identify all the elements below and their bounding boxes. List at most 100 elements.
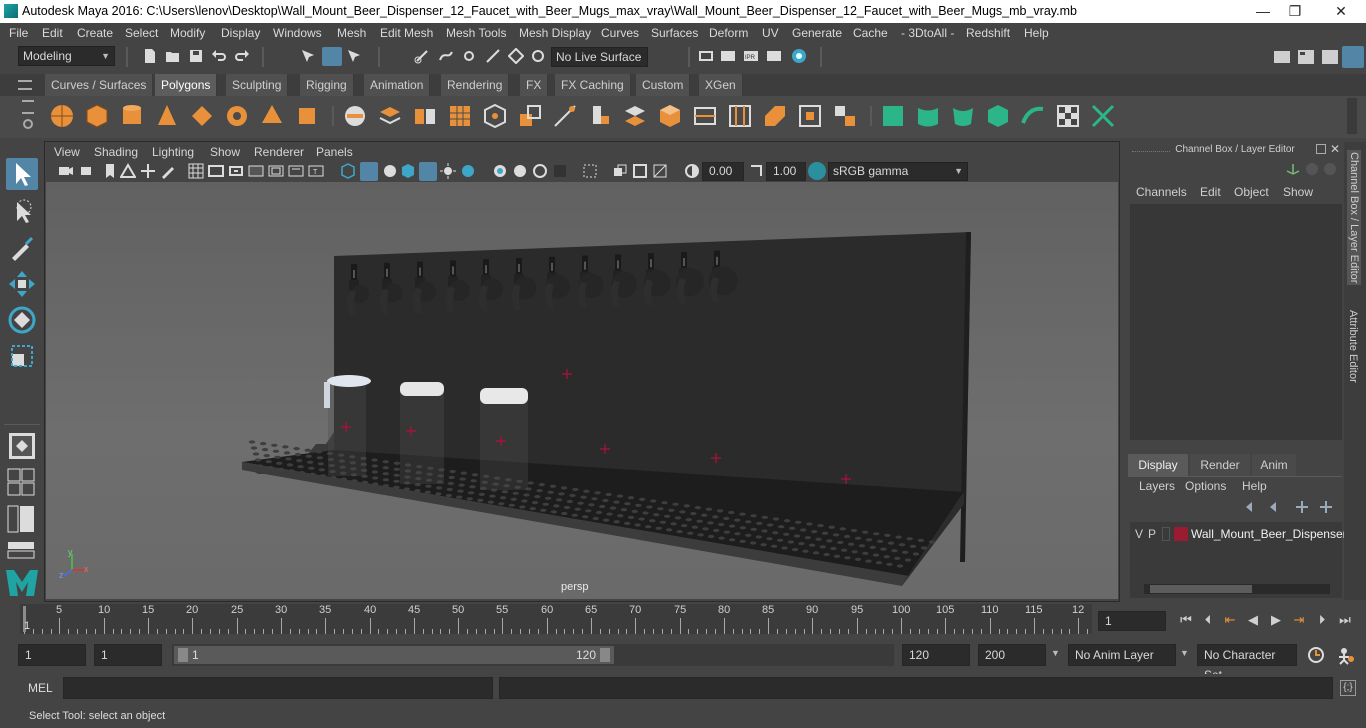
xray-icon[interactable] <box>400 163 416 179</box>
menu-deform[interactable]: Deform <box>709 26 748 40</box>
range-start-handle[interactable] <box>178 648 188 662</box>
mirror-icon[interactable] <box>482 103 508 129</box>
shelf-options-icon[interactable] <box>22 100 34 114</box>
screen-space-ao-icon[interactable] <box>492 163 508 179</box>
layer-playback-toggle[interactable]: P <box>1148 527 1156 541</box>
panel-menu-renderer[interactable]: Renderer <box>254 145 304 159</box>
render-frame-icon[interactable] <box>720 48 736 64</box>
tab-polygons[interactable]: Polygons <box>155 74 218 96</box>
layers-menu[interactable]: Layers <box>1139 479 1175 493</box>
snap-to-surface-icon[interactable] <box>508 48 524 64</box>
hyper-icon[interactable] <box>1324 163 1336 175</box>
isolate-select-icon[interactable] <box>582 163 598 179</box>
insert-edge-loop-icon[interactable] <box>692 103 718 129</box>
channel-object-menu[interactable]: Object <box>1234 185 1269 199</box>
poly-cone-icon[interactable] <box>154 103 180 129</box>
play-backward-icon[interactable]: ◀ <box>1243 612 1263 628</box>
combine-icon[interactable] <box>342 103 368 129</box>
use-default-material-icon[interactable] <box>419 162 437 181</box>
menu-cache[interactable]: Cache <box>853 26 888 40</box>
image-plane-icon[interactable] <box>120 163 136 179</box>
menu-uv[interactable]: UV <box>762 26 779 40</box>
tab-rigging[interactable]: Rigging <box>300 74 354 96</box>
panel-menu-lighting[interactable]: Lighting <box>152 145 194 159</box>
tab-curves-surfaces[interactable]: Curves / Surfaces <box>45 74 154 96</box>
save-scene-icon[interactable] <box>188 48 204 64</box>
wireframe-icon[interactable] <box>340 163 356 179</box>
render-settings-icon[interactable] <box>766 48 782 64</box>
poly-sphere-icon[interactable] <box>49 103 75 129</box>
select-by-component-icon[interactable] <box>346 48 362 64</box>
single-perspective-layout-icon[interactable] <box>6 430 38 462</box>
playback-end-field[interactable]: 120 <box>902 644 970 666</box>
select-by-hierarchy-icon[interactable] <box>300 48 316 64</box>
minimize-button[interactable]: — <box>1248 2 1278 20</box>
scrollbar-thumb[interactable] <box>1150 585 1252 593</box>
layer-color-swatch[interactable] <box>1174 527 1188 541</box>
cylindrical-uv-icon[interactable] <box>915 103 941 129</box>
step-back-key-icon[interactable]: ⇤ <box>1220 612 1240 628</box>
menu-curves[interactable]: Curves <box>601 26 639 40</box>
script-editor-icon[interactable]: {;} <box>1340 680 1356 696</box>
range-end-handle[interactable] <box>600 648 610 662</box>
tab-fx-caching[interactable]: FX Caching <box>555 74 631 96</box>
menu-edit-mesh[interactable]: Edit Mesh <box>380 26 433 40</box>
current-frame-field[interactable]: 1 <box>1098 611 1166 631</box>
scale-tool-icon[interactable] <box>6 340 38 372</box>
menu-display[interactable]: Display <box>221 26 260 40</box>
select-tool-icon[interactable] <box>6 158 38 190</box>
shelf-scrollbar[interactable] <box>1347 98 1357 134</box>
extract-icon[interactable] <box>447 103 473 129</box>
mel-label[interactable]: MEL <box>28 681 53 695</box>
menu-mesh[interactable]: Mesh <box>337 26 366 40</box>
channel-show-menu[interactable]: Show <box>1283 185 1313 199</box>
target-weld-icon[interactable] <box>832 103 858 129</box>
hypershade-icon[interactable] <box>790 47 808 65</box>
new-layer-selected-icon[interactable] <box>1318 500 1334 514</box>
step-forward-frame-icon[interactable]: ⏵ <box>1312 612 1332 628</box>
lasso-tool-icon[interactable] <box>6 196 38 228</box>
view-transform-selector[interactable]: sRGB gamma ▼ <box>828 162 968 181</box>
layer-scrollbar[interactable] <box>1144 584 1330 594</box>
depth-of-field-icon[interactable] <box>552 163 568 179</box>
live-surface-field[interactable]: No Live Surface <box>551 47 648 67</box>
go-to-end-icon[interactable]: ⏭ <box>1335 612 1355 628</box>
multi-cut-icon[interactable] <box>552 103 578 129</box>
film-gate-icon[interactable] <box>208 163 224 179</box>
channel-edit-menu[interactable]: Edit <box>1200 185 1221 199</box>
grid-icon[interactable] <box>188 163 204 179</box>
range-slider[interactable]: 1 120 <box>172 644 894 666</box>
move-layer-up-icon[interactable] <box>1244 500 1260 514</box>
all-lights-icon[interactable] <box>440 163 456 179</box>
menu-edit[interactable]: Edit <box>42 26 63 40</box>
camera-attributes-icon[interactable] <box>80 163 96 179</box>
perspective-viewport[interactable]: y x z persp <box>46 182 1118 599</box>
poly-plane-icon[interactable] <box>189 103 215 129</box>
mode-selector[interactable]: Modeling ▼ <box>18 46 115 66</box>
poly-cube-icon[interactable] <box>84 103 110 129</box>
restore-button[interactable]: ❐ <box>1280 2 1310 20</box>
panel-menu-shading[interactable]: Shading <box>94 145 138 159</box>
tab-xgen[interactable]: XGen <box>699 74 743 96</box>
tab-attribute-editor[interactable]: Attribute Editor <box>1347 310 1359 383</box>
snap-to-curve-icon[interactable] <box>438 48 454 64</box>
paint-select-tool-icon[interactable] <box>6 232 38 264</box>
auto-key-icon[interactable] <box>1306 645 1326 665</box>
poly-pyramid-icon[interactable] <box>259 103 285 129</box>
exposure-field[interactable]: 0.00 <box>702 162 744 181</box>
poly-cylinder-icon[interactable] <box>119 103 145 129</box>
checker-uv-icon[interactable] <box>1055 103 1081 129</box>
layer-options-menu[interactable]: Options <box>1185 479 1226 493</box>
panel-menu-view[interactable]: View <box>54 145 80 159</box>
animation-preferences-icon[interactable] <box>1334 645 1356 665</box>
separate-icon[interactable] <box>377 103 403 129</box>
workspace-icon[interactable] <box>1272 47 1292 67</box>
anim-layer-selector[interactable]: No Anim Layer <box>1068 644 1176 666</box>
automatic-uv-icon[interactable] <box>985 103 1011 129</box>
chevron-down-icon[interactable]: ▼ <box>1180 648 1189 658</box>
bridge-icon[interactable] <box>622 103 648 129</box>
play-forward-icon[interactable]: ▶ <box>1266 612 1286 628</box>
uv-editor-icon[interactable] <box>1020 103 1046 129</box>
menu-generate[interactable]: Generate <box>792 26 842 40</box>
step-forward-key-icon[interactable]: ⇥ <box>1289 612 1309 628</box>
